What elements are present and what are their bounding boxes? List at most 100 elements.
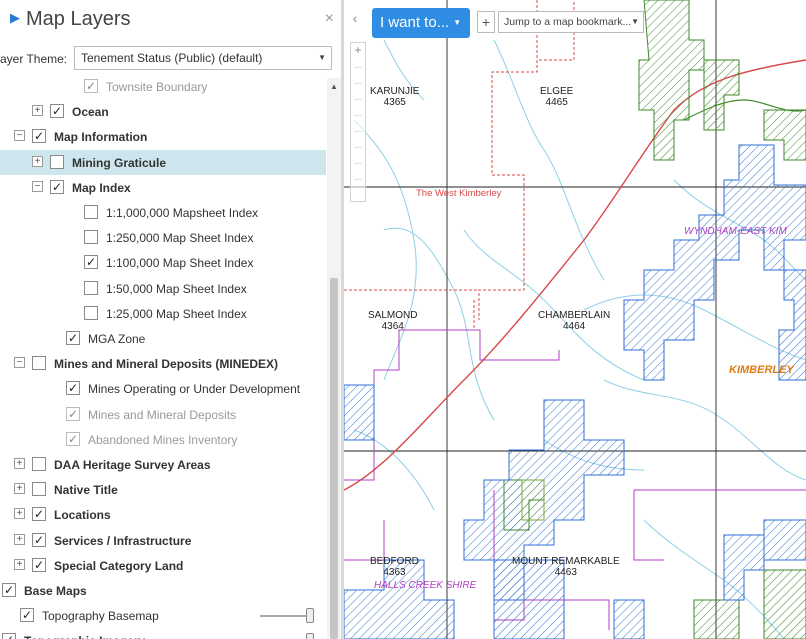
collapse-panel-icon[interactable]: ‹ [346,10,364,30]
layer-label: Mines and Mineral Deposits [88,407,237,422]
layer-checkbox[interactable] [32,482,46,497]
collapse-caret-icon[interactable]: ▶ [10,10,20,25]
layer-checkbox[interactable]: ✓ [66,431,80,446]
layer-row[interactable]: ✓ Topographic Imagery [0,628,326,639]
sheet-label-chamberlain: CHAMBERLAIN 4464 [538,310,610,332]
layer-row[interactable]: 1:25,000 Map Sheet Index [0,301,326,326]
layer-row[interactable]: + ✓ Services / Infrastructure [0,528,326,553]
layer-checkbox[interactable] [32,356,46,371]
close-icon[interactable]: × [325,10,334,28]
panel-scrollbar[interactable]: ▲ [327,78,341,639]
layer-checkbox[interactable]: ✓ [32,129,46,144]
zoom-in-icon[interactable]: + [351,43,365,57]
layer-theme-row: ayer Theme: Tenement Status (Public) (de… [0,44,342,72]
layer-checkbox[interactable]: ✓ [2,633,16,639]
layer-tree: ✓ Townsite Boundary + ✓ Ocean − ✓ Map Informati… [0,76,342,639]
bookmark-select[interactable]: Jump to a map bookmark... ▼ [498,11,644,33]
layer-label: 1:50,000 Map Sheet Index [106,281,247,296]
zoom-tick [354,115,362,116]
scroll-thumb[interactable] [330,278,338,639]
map-layers-panel: ▶ Map Layers × ayer Theme: Tenement Statu… [0,0,342,639]
layer-label: Locations [54,508,111,523]
layer-row[interactable]: + Mining Graticule [0,149,326,175]
add-bookmark-button[interactable]: + [477,11,495,33]
layer-label: Mines and Mineral Deposits (MINEDEX) [54,357,279,372]
layer-checkbox[interactable]: ✓ [20,608,34,623]
layer-checkbox[interactable] [50,154,64,169]
layer-row[interactable]: 1:50,000 Map Sheet Index [0,276,326,301]
opacity-slider-thumb[interactable] [306,608,314,624]
layer-label: DAA Heritage Survey Areas [54,458,211,472]
layer-checkbox[interactable]: ✓ [32,532,46,547]
layer-checkbox[interactable]: ✓ [50,104,64,119]
layer-row[interactable]: + DAA Heritage Survey Areas [0,452,326,477]
layer-checkbox[interactable]: ✓ [66,406,80,421]
layer-row[interactable]: + Native Title [0,477,326,502]
zoom-tick [354,67,362,68]
layer-label: Topography Basemap [42,609,159,624]
expand-icon[interactable]: + [14,533,25,545]
layer-checkbox[interactable]: ✓ [2,583,16,597]
layer-row[interactable]: 1:250,000 Map Sheet Index [0,225,326,250]
layer-row[interactable]: − ✓ Map Index [0,175,326,200]
region-west-kimberley: The West Kimberley [416,188,502,199]
expand-icon[interactable]: + [14,483,25,495]
sheet-number: 4465 [545,97,568,108]
layer-checkbox[interactable] [84,280,98,295]
layer-checkbox[interactable] [84,205,98,219]
layer-label: Native Title [54,483,118,498]
panel-title[interactable]: ▶ Map Layers [10,8,131,31]
layer-checkbox[interactable]: ✓ [66,331,80,345]
chevron-down-icon: ▼ [453,18,462,27]
sheet-number: 4464 [563,321,586,332]
layer-row[interactable]: + ✓ Ocean [0,99,326,124]
layer-checkbox[interactable]: ✓ [84,255,98,270]
zoom-tick [354,83,362,84]
layer-checkbox[interactable]: ✓ [50,179,64,194]
expand-icon[interactable]: + [32,105,43,117]
layer-label: Services / Infrastructure [54,533,192,548]
layer-label: Map Information [54,130,148,145]
expand-icon[interactable]: + [32,155,43,167]
collapse-icon[interactable]: − [14,357,25,369]
i-want-to-button[interactable]: I want to... ▼ [372,8,470,38]
panel-header: ▶ Map Layers × [0,0,342,42]
layer-theme-select[interactable]: Tenement Status (Public) (default) ▼ [74,46,332,70]
layer-checkbox[interactable] [84,230,98,245]
layer-checkbox[interactable]: ✓ [32,557,46,572]
sheet-label-salmond: SALMOND 4364 [368,310,417,332]
layer-row[interactable]: ✓ 1:100,000 Map Sheet Index [0,250,326,275]
layer-row[interactable]: ✓ Abandoned Mines Inventory [0,427,326,452]
layer-row[interactable]: 1:1,000,000 Mapsheet Index [0,200,326,225]
red-boundaries [344,0,575,330]
sheet-name: MOUNT REMARKABLE [512,556,620,567]
layer-checkbox[interactable]: ✓ [84,79,98,93]
zoom-slider[interactable]: + [350,42,366,202]
layer-checkbox[interactable] [32,457,46,471]
layer-row[interactable]: ✓ Topography Basemap [0,603,326,628]
map-view[interactable]: KARUNJIE 4365 ELGEE 4465 SALMOND 4364 CH… [344,0,806,639]
layer-row[interactable]: ✓ MGA Zone [0,326,326,351]
layer-label: Ocean [72,105,109,120]
layer-checkbox[interactable]: ✓ [32,507,46,522]
expand-icon[interactable]: + [14,558,25,570]
sheet-number: 4365 [383,97,406,108]
layer-row[interactable]: − Mines and Mineral Deposits (MINEDEX) [0,351,326,376]
opacity-slider-thumb[interactable] [306,633,314,639]
layer-row[interactable]: ✓ Base Maps [0,578,326,603]
layer-row[interactable]: ✓ Townsite Boundary [0,74,326,99]
layer-checkbox[interactable] [84,305,98,320]
expand-icon[interactable]: + [14,508,25,520]
collapse-icon[interactable]: − [14,130,25,142]
layer-row[interactable]: ✓ Mines and Mineral Deposits [0,402,326,427]
layer-row[interactable]: ✓ Mines Operating or Under Development [0,376,326,401]
expand-icon[interactable]: + [14,458,25,469]
layer-row[interactable]: − ✓ Map Information [0,124,326,149]
zoom-tick [354,99,362,100]
layer-row[interactable]: + ✓ Special Category Land [0,553,326,578]
layer-label: Mining Graticule [72,155,167,170]
scroll-up-icon[interactable]: ▲ [330,82,338,91]
collapse-icon[interactable]: − [32,180,43,192]
layer-row[interactable]: + ✓ Locations [0,502,326,527]
layer-checkbox[interactable]: ✓ [66,381,80,396]
